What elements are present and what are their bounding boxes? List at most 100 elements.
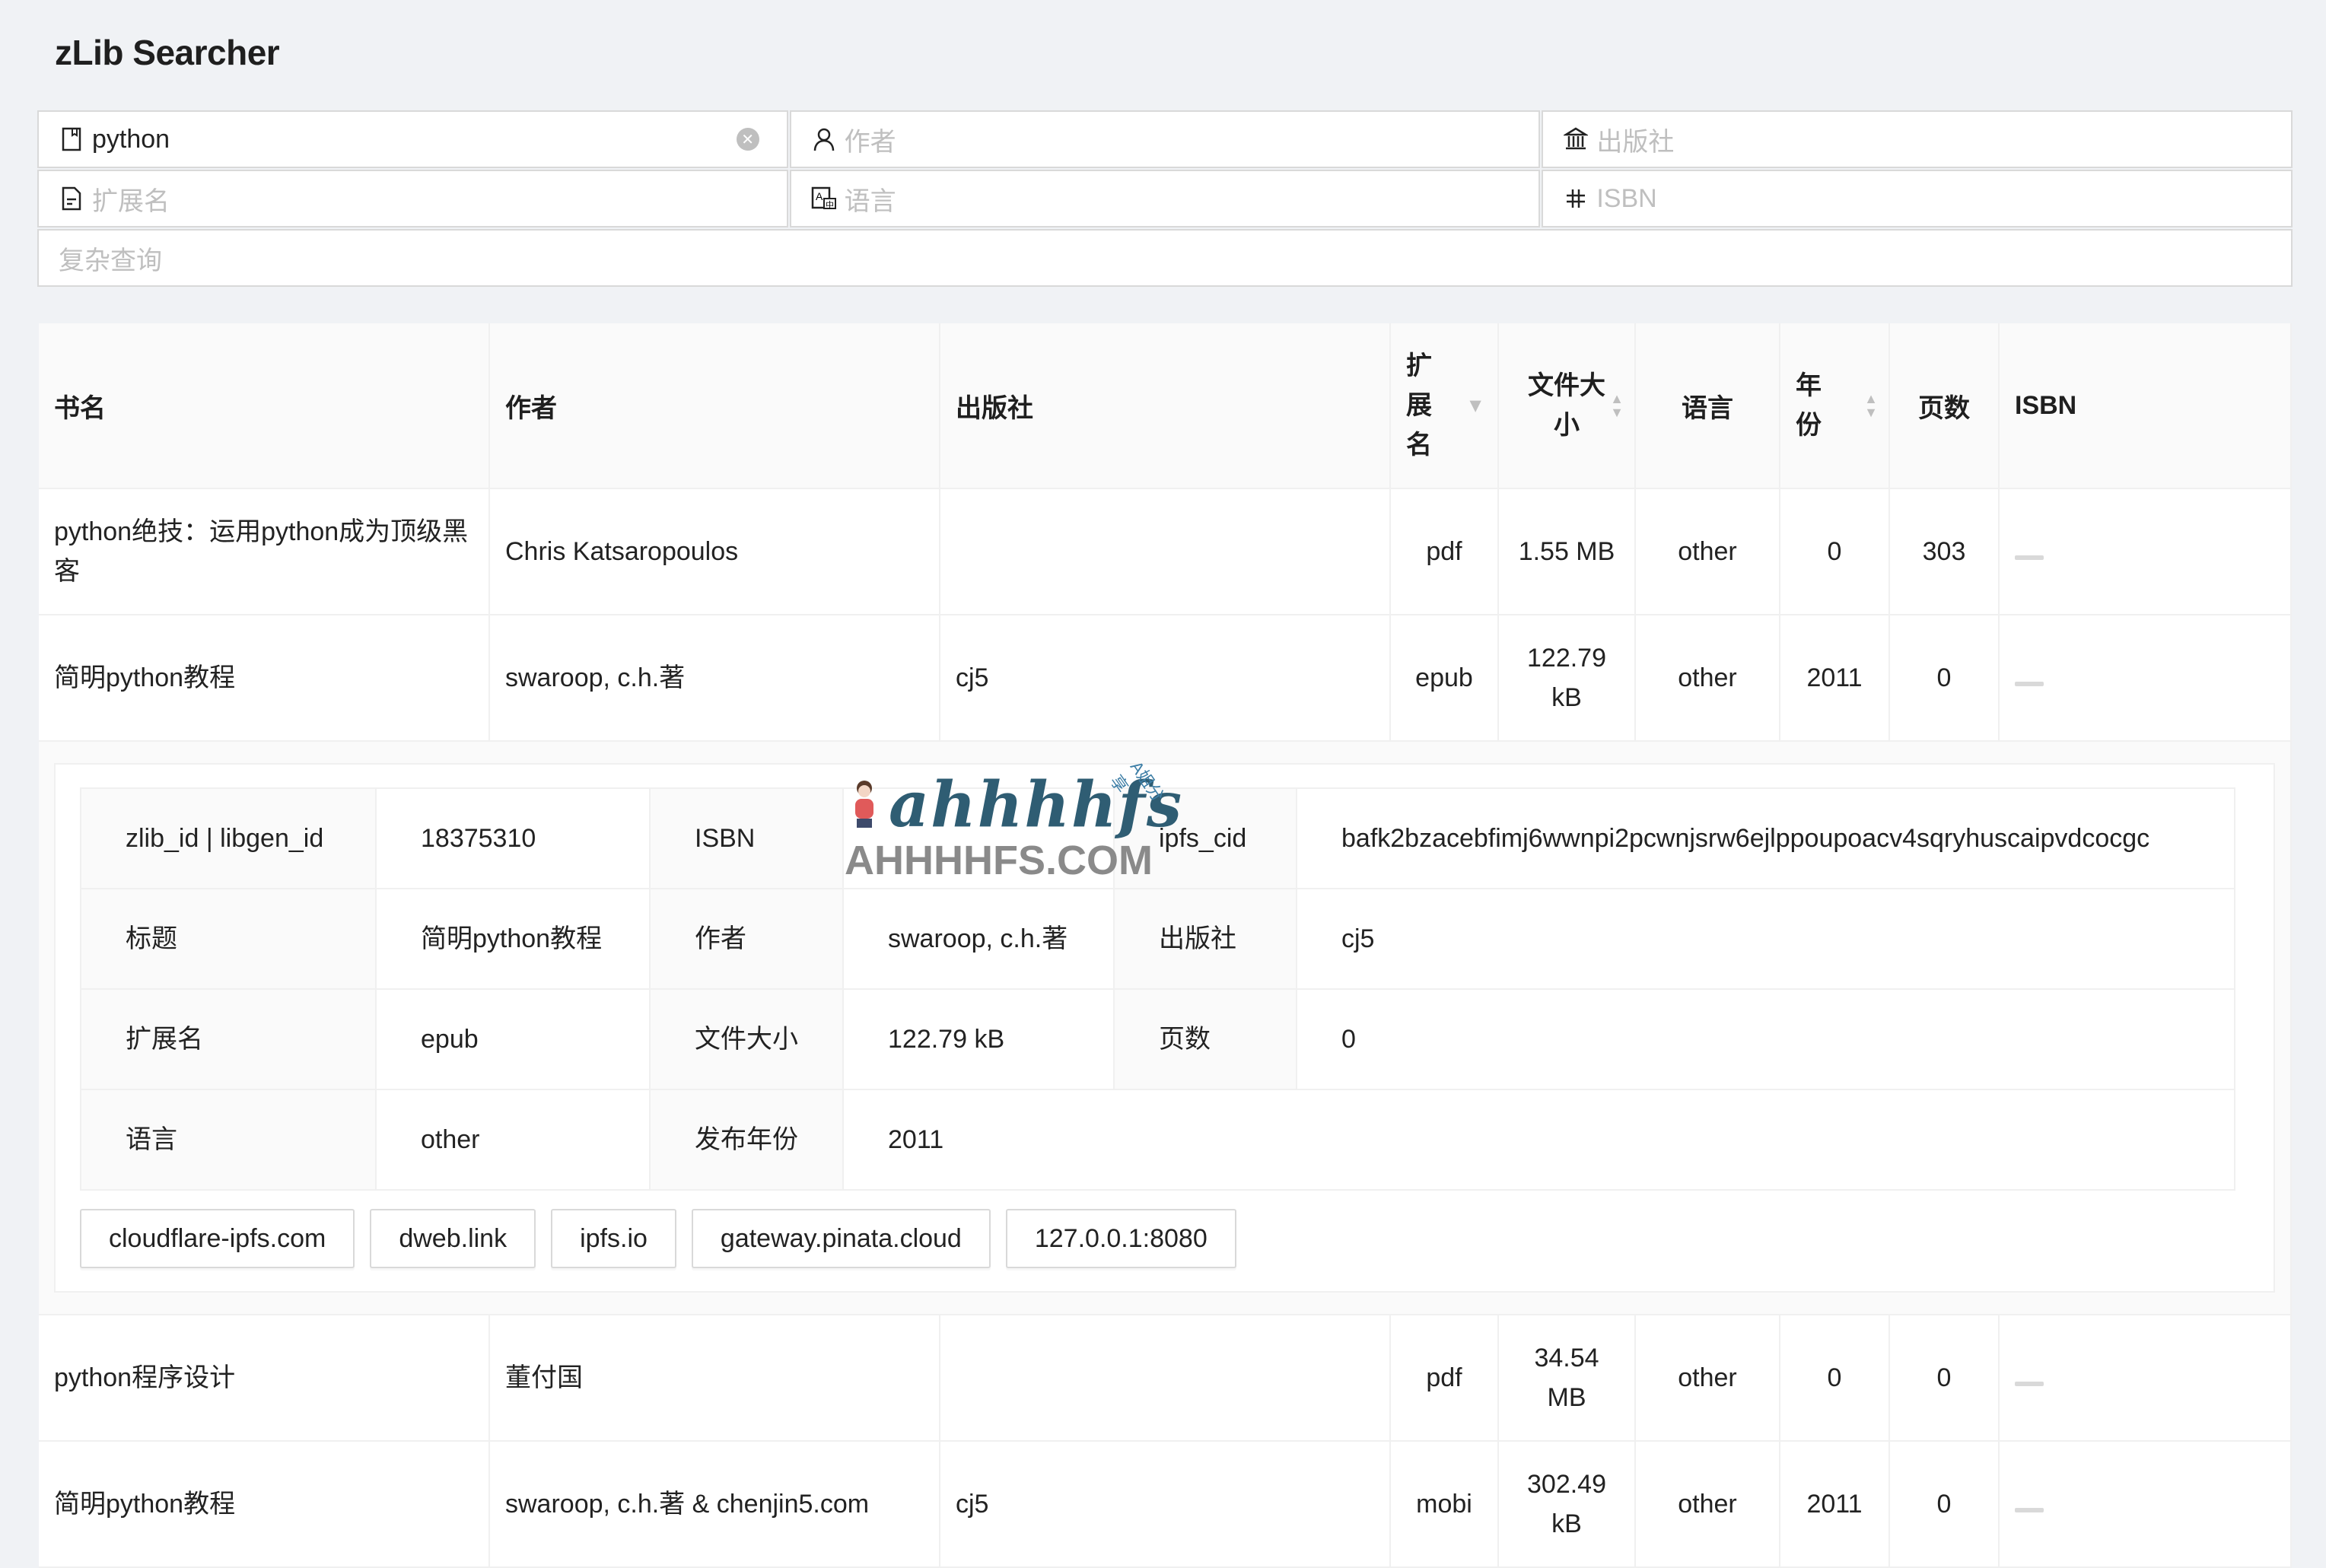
cell-publisher: cj5 xyxy=(940,615,1391,742)
cell-title: 简明python教程 xyxy=(39,1441,490,1568)
cell-author: swaroop, c.h.著 & chenjin5.com xyxy=(489,1441,940,1568)
cell-isbn xyxy=(1999,1315,2292,1442)
gateway-button-localhost[interactable]: 127.0.0.1:8080 xyxy=(1005,1209,1236,1268)
cell-pages: 0 xyxy=(1889,1315,2000,1442)
gateway-button-cloudflare[interactable]: cloudflare-ipfs.com xyxy=(80,1209,355,1268)
gateway-button-pinata[interactable]: gateway.pinata.cloud xyxy=(691,1209,991,1268)
table-row[interactable]: 简明python教程 swaroop, c.h.著 & chenjin5.com… xyxy=(39,1441,2292,1568)
svg-text:A: A xyxy=(816,190,823,202)
detail-value-title: 简明python教程 xyxy=(375,888,651,990)
complex-query-input[interactable]: 复杂查询 xyxy=(37,229,2293,287)
cell-filesize: 122.79 kB xyxy=(1498,615,1636,742)
extension-search-input[interactable]: 扩展名 xyxy=(37,170,788,227)
cell-pages: 303 xyxy=(1889,488,2000,615)
empty-placeholder xyxy=(2015,682,2044,686)
gateway-button-dweb[interactable]: dweb.link xyxy=(370,1209,536,1268)
detail-value-publisher: cj5 xyxy=(1296,888,2235,990)
column-header-year-label: 年份 xyxy=(1796,371,1822,440)
column-header-extension-label: 扩展名 xyxy=(1406,351,1432,460)
table-row[interactable]: python程序设计 董付国 pdf 34.54 MB other 0 0 xyxy=(39,1315,2292,1442)
column-header-filesize-label: 文件大小 xyxy=(1528,371,1605,440)
column-header-isbn: ISBN xyxy=(1999,323,2292,489)
detail-label-language: 语言 xyxy=(80,1089,377,1191)
cell-year: 0 xyxy=(1780,1315,1890,1442)
cell-year: 2011 xyxy=(1780,615,1890,742)
detail-label-extension: 扩展名 xyxy=(80,988,377,1090)
book-detail-table: zlib_id | libgen_id 18375310 ISBN ipfs_c… xyxy=(80,787,2235,1191)
book-icon xyxy=(59,126,84,152)
cell-isbn xyxy=(1999,488,2292,615)
column-header-language: 语言 xyxy=(1635,323,1780,489)
detail-label-filesize: 文件大小 xyxy=(649,988,844,1090)
cell-title: 简明python教程 xyxy=(39,615,490,742)
translation-icon: A中 xyxy=(811,186,837,212)
detail-value-id: 18375310 xyxy=(375,787,651,889)
gateway-button-ipfs-io[interactable]: ipfs.io xyxy=(551,1209,676,1268)
gateway-buttons: cloudflare-ipfs.com dweb.link ipfs.io ga… xyxy=(80,1209,2235,1268)
table-row[interactable]: python绝技：运用python成为顶级黑客 Chris Katsaropou… xyxy=(39,488,2292,615)
table-row[interactable]: 简明python教程 swaroop, c.h.著 cj5 epub 122.7… xyxy=(39,615,2292,742)
cell-isbn xyxy=(1999,615,2292,742)
detail-value-year: 2011 xyxy=(842,1089,2235,1191)
column-header-year[interactable]: 年份 ▲ ▼ xyxy=(1780,323,1890,489)
title-search-value: python xyxy=(92,124,170,154)
sort-icon[interactable]: ▲ ▼ xyxy=(1864,392,1878,419)
isbn-search-input[interactable]: ISBN xyxy=(1542,170,2293,227)
cell-filesize: 34.54 MB xyxy=(1498,1315,1636,1442)
cell-year: 2011 xyxy=(1780,1441,1890,1568)
expanded-row: zlib_id | libgen_id 18375310 ISBN ipfs_c… xyxy=(39,741,2292,1315)
cell-language: other xyxy=(1635,488,1780,615)
file-text-icon xyxy=(59,186,84,212)
cell-isbn xyxy=(1999,1441,2292,1568)
close-circle-icon[interactable]: ✕ xyxy=(736,128,759,151)
extension-placeholder: 扩展名 xyxy=(92,186,170,216)
cell-language: other xyxy=(1635,1315,1780,1442)
cell-language: other xyxy=(1635,615,1780,742)
cell-pages: 0 xyxy=(1889,615,2000,742)
detail-value-extension: epub xyxy=(375,988,651,1090)
empty-placeholder xyxy=(2015,1382,2044,1386)
detail-value-author: swaroop, c.h.著 xyxy=(842,888,1115,990)
cell-extension: mobi xyxy=(1390,1441,1499,1568)
author-placeholder: 作者 xyxy=(844,127,896,157)
isbn-placeholder: ISBN xyxy=(1596,183,1657,213)
detail-label-pages: 页数 xyxy=(1113,988,1297,1090)
publisher-search-input[interactable]: 出版社 xyxy=(1542,110,2293,168)
sort-icon[interactable]: ▲ ▼ xyxy=(1610,392,1624,419)
search-form: python ✕ 作者 出版社 扩展名 A中 语言 ISBN 复杂查询 xyxy=(37,110,2293,287)
detail-label-publisher: 出版社 xyxy=(1113,888,1297,990)
cell-publisher: cj5 xyxy=(940,1441,1391,1568)
cell-publisher xyxy=(940,1315,1391,1442)
language-search-input[interactable]: A中 语言 xyxy=(789,170,1541,227)
title-search-input[interactable]: python ✕ xyxy=(37,110,788,168)
detail-label-ipfs: ipfs_cid xyxy=(1113,787,1297,889)
author-search-input[interactable]: 作者 xyxy=(789,110,1541,168)
detail-label-author: 作者 xyxy=(649,888,844,990)
empty-placeholder xyxy=(2015,1508,2044,1512)
detail-value-language: other xyxy=(375,1089,651,1191)
detail-label-year: 发布年份 xyxy=(649,1089,844,1191)
column-header-title: 书名 xyxy=(39,323,490,489)
column-header-publisher: 出版社 xyxy=(940,323,1391,489)
results-table: 书名 作者 出版社 扩展名 ▼ 文件大小 ▲ ▼ 语言 年份 ▲ ▼ 页数 ISBN py… xyxy=(39,323,2292,1568)
app-title: zLib Searcher xyxy=(55,33,280,72)
svg-text:中: 中 xyxy=(826,200,834,210)
detail-value-pages: 0 xyxy=(1296,988,2235,1090)
column-header-extension[interactable]: 扩展名 ▼ xyxy=(1390,323,1499,489)
cell-filesize-value: 34.54 MB xyxy=(1534,1344,1599,1412)
cell-year: 0 xyxy=(1780,488,1890,615)
bank-icon xyxy=(1563,126,1589,152)
column-header-author: 作者 xyxy=(489,323,940,489)
cell-extension: pdf xyxy=(1390,488,1499,615)
cell-title: python程序设计 xyxy=(39,1315,490,1442)
number-icon xyxy=(1563,186,1589,212)
cell-language: other xyxy=(1635,1441,1780,1568)
cell-pages: 0 xyxy=(1889,1441,2000,1568)
detail-label-isbn: ISBN xyxy=(649,787,844,889)
detail-value-filesize: 122.79 kB xyxy=(842,988,1115,1090)
table-header: 书名 作者 出版社 扩展名 ▼ 文件大小 ▲ ▼ 语言 年份 ▲ ▼ 页数 ISBN xyxy=(39,323,2292,489)
column-header-filesize[interactable]: 文件大小 ▲ ▼ xyxy=(1498,323,1636,489)
detail-value-isbn xyxy=(842,787,1115,889)
filter-icon[interactable]: ▼ xyxy=(1465,394,1485,418)
cell-author: Chris Katsaropoulos xyxy=(489,488,940,615)
